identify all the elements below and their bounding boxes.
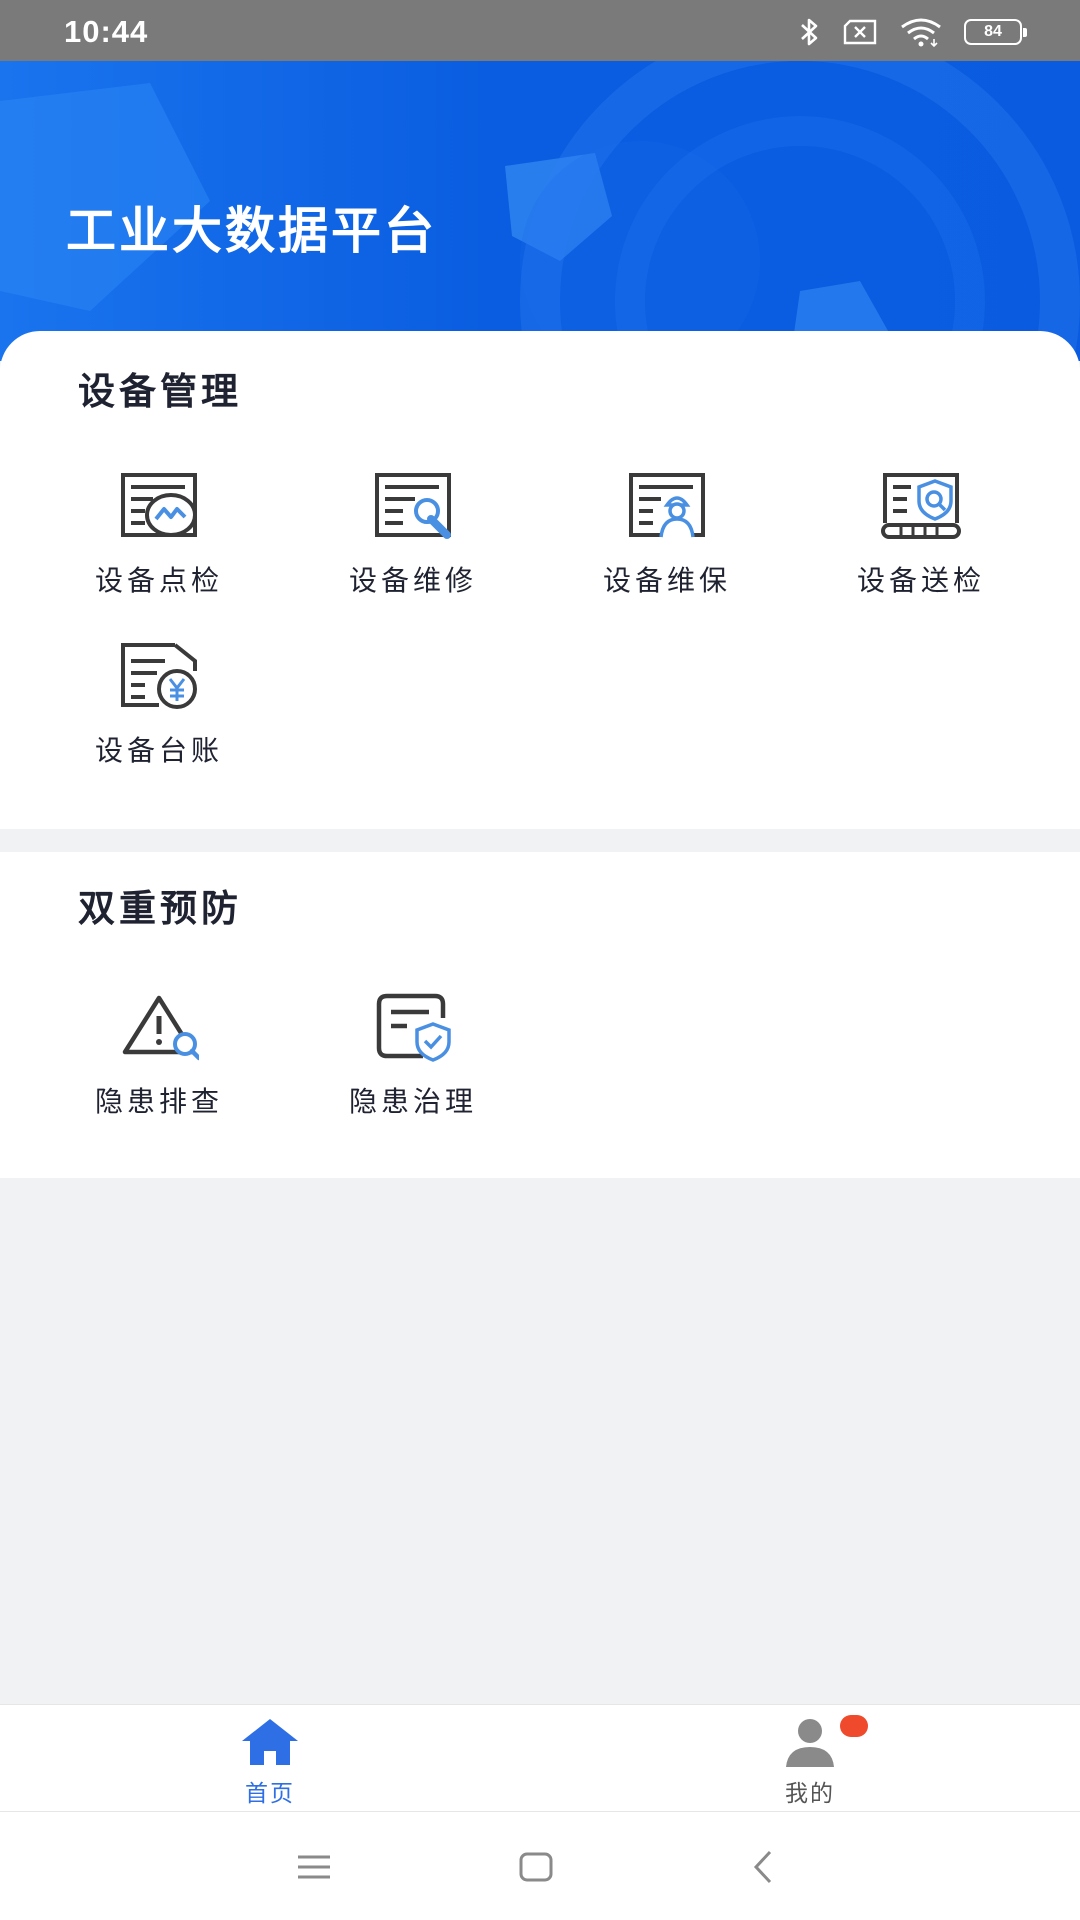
system-navigation-bar — [0, 1812, 1080, 1920]
item-label: 设备点检 — [94, 564, 223, 597]
status-bar: 10:44 84 — [0, 0, 1080, 61]
tab-home-label: 首页 — [245, 1781, 295, 1807]
header-banner: 工业大数据平台 — [0, 61, 1080, 361]
wifi-icon — [901, 18, 941, 47]
equipment-submit-inspection-button[interactable]: 设备送检 — [794, 471, 1048, 621]
item-label: 设备台账 — [94, 734, 223, 767]
equipment-inspection-button[interactable]: 设备点检 — [32, 471, 286, 621]
tab-mine-label: 我的 — [785, 1781, 835, 1807]
menu-icon[interactable] — [284, 1842, 344, 1892]
equipment-repair-icon — [375, 473, 451, 539]
equipment-submit-inspection-icon — [881, 473, 961, 539]
notification-badge — [840, 1715, 868, 1737]
back-icon[interactable] — [734, 1842, 794, 1892]
battery-indicator: 84 — [964, 19, 1027, 45]
hazard-investigation-button[interactable]: 隐患排查 — [32, 992, 286, 1142]
tab-mine[interactable]: 我的 — [710, 1705, 910, 1813]
item-label: 设备送检 — [856, 564, 985, 597]
equipment-maintenance-icon — [629, 473, 705, 538]
dual-prevention-section: 双重预防 隐患排查 隐患治理 — [0, 852, 1080, 1178]
hazard-governance-icon — [376, 993, 451, 1062]
item-label: 隐患治理 — [348, 1085, 477, 1118]
hazard-governance-button[interactable]: 隐患治理 — [286, 992, 540, 1142]
home-icon — [242, 1719, 298, 1765]
bottom-tab-bar: 首页 我的 — [0, 1704, 1080, 1812]
status-time: 10:44 — [64, 14, 149, 49]
item-label: 设备维保 — [602, 564, 731, 597]
equipment-ledger-button[interactable]: 设备台账 — [32, 641, 286, 791]
tab-home[interactable]: 首页 — [170, 1705, 370, 1813]
equipment-repair-button[interactable]: 设备维修 — [286, 471, 540, 621]
home-square-icon[interactable] — [506, 1842, 566, 1892]
hazard-investigation-icon — [122, 995, 199, 1061]
bluetooth-icon — [801, 18, 818, 46]
battery-level: 84 — [984, 23, 1002, 40]
equipment-inspection-icon — [121, 473, 197, 537]
item-label: 隐患排查 — [94, 1085, 223, 1118]
page-title: 工业大数据平台 — [66, 202, 437, 260]
item-label: 设备维修 — [348, 564, 477, 597]
status-icons: 84 — [798, 14, 1027, 50]
user-icon — [786, 1719, 834, 1767]
equipment-maintenance-button[interactable]: 设备维保 — [540, 471, 794, 621]
section-title: 设备管理 — [78, 370, 242, 413]
section-title: 双重预防 — [78, 887, 242, 930]
equipment-management-section: 设备管理 设备点检 设备维修 设备维保 设备送检 设备台账 — [0, 331, 1080, 829]
equipment-ledger-icon — [121, 643, 197, 709]
no-sim-icon — [843, 19, 877, 45]
